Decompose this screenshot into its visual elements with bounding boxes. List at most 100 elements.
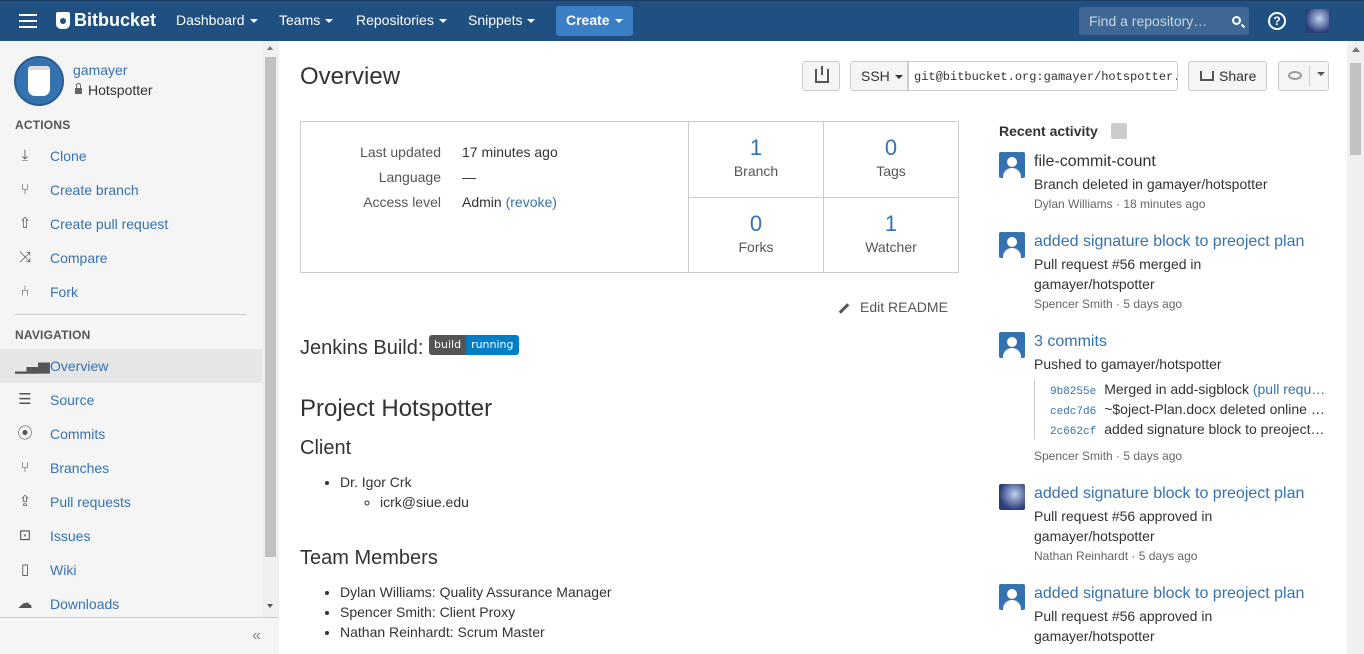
sidebar-item-compare[interactable]: ⤨ Compare bbox=[0, 241, 262, 275]
download-icon bbox=[815, 66, 829, 83]
bitbucket-logo[interactable]: Bitbucket bbox=[56, 10, 156, 31]
scroll-thumb[interactable] bbox=[1350, 63, 1361, 155]
scroll-up-icon[interactable] bbox=[267, 46, 273, 50]
readme-project-title: Project Hotspotter bbox=[300, 395, 493, 422]
avatar[interactable] bbox=[999, 152, 1025, 178]
wiki-icon: ▯ bbox=[20, 561, 30, 578]
compare-icon: ⤨ bbox=[18, 249, 31, 266]
commit-hash-link[interactable]: 2c662cf bbox=[1050, 426, 1096, 438]
owner-link[interactable]: gamayer bbox=[73, 62, 127, 78]
nav-teams[interactable]: Teams bbox=[279, 12, 334, 28]
readme-client-heading: Client bbox=[300, 437, 352, 459]
issues-icon: ⊡ bbox=[18, 527, 32, 544]
fork-icon: ⑃ bbox=[20, 283, 30, 300]
download-icon: ⤓ bbox=[21, 147, 29, 164]
client-list: Dr. Igor Crk bbox=[340, 474, 412, 494]
sidebar-divider bbox=[15, 314, 247, 315]
sidebar-item-branches[interactable]: ⑂ Branches bbox=[0, 451, 262, 485]
menu-icon[interactable] bbox=[19, 14, 37, 28]
protocol-select[interactable]: SSH bbox=[850, 61, 908, 91]
download-button[interactable] bbox=[802, 61, 840, 91]
sidebar-item-issues[interactable]: ⊡ Issues bbox=[0, 519, 262, 553]
edit-readme-link[interactable]: Edit README bbox=[838, 299, 948, 315]
collapse-sidebar-icon[interactable]: « bbox=[252, 627, 261, 645]
create-pull-request-icon: ⇧ bbox=[18, 215, 32, 232]
bitbucket-icon bbox=[56, 12, 70, 29]
commit-hash-link[interactable]: 9b8255e bbox=[1050, 386, 1096, 398]
list-item: Spencer Smith: Client Proxy bbox=[340, 604, 612, 624]
build-status-badge[interactable]: build running bbox=[429, 335, 519, 355]
caret-down-icon bbox=[325, 19, 334, 24]
pull-request-link[interactable]: (pull requ… bbox=[1253, 381, 1325, 397]
avatar[interactable] bbox=[999, 332, 1025, 358]
repository-search-input[interactable]: Find a repository… bbox=[1079, 7, 1249, 35]
overview-icon: ▁▃▅ bbox=[15, 357, 50, 374]
nav-dashboard[interactable]: Dashboard bbox=[176, 12, 258, 28]
sidebar-item-overview[interactable]: ▁▃▅ Overview bbox=[0, 349, 262, 383]
activity-item-link[interactable]: added signature block to preoject plan bbox=[1034, 585, 1304, 603]
downloads-icon: ☁ bbox=[17, 595, 33, 612]
sidebar-item-clone[interactable]: ⤓ Clone bbox=[0, 139, 262, 173]
create-button[interactable]: Create bbox=[556, 6, 633, 36]
activity-item-link[interactable]: added signature block to preoject plan bbox=[1034, 485, 1304, 503]
create-branch-icon: ⑂ bbox=[20, 181, 30, 198]
page-scrollbar[interactable] bbox=[1347, 41, 1364, 654]
activity-item-link[interactable]: added signature block to preoject plan bbox=[1034, 233, 1304, 251]
navigation-title: NAVIGATION bbox=[15, 328, 91, 342]
lock-icon bbox=[75, 83, 82, 94]
repo-avatar[interactable] bbox=[14, 56, 64, 106]
avatar[interactable] bbox=[999, 232, 1025, 258]
scroll-thumb[interactable] bbox=[265, 57, 276, 557]
help-icon[interactable]: ? bbox=[1268, 12, 1286, 30]
activity-item-meta: Spencer Smith · 5 days ago bbox=[1034, 297, 1183, 311]
avatar[interactable] bbox=[999, 584, 1025, 610]
caret-down-icon bbox=[438, 19, 447, 24]
list-item: Dr. Igor Crk bbox=[340, 474, 412, 494]
caret-down-icon bbox=[614, 19, 623, 24]
stat-tags[interactable]: 0 Tags bbox=[823, 122, 958, 197]
caret-down-icon bbox=[894, 75, 903, 80]
avatar[interactable] bbox=[999, 484, 1025, 510]
pencil-icon bbox=[838, 302, 850, 314]
team-list: Dylan Williams: Quality Assurance Manage… bbox=[340, 584, 612, 644]
jenkins-build-label: Jenkins Build: bbox=[300, 337, 424, 359]
stat-watcher[interactable]: 1 Watcher bbox=[823, 197, 958, 272]
activity-item-text: Pull request #56 approved in gamayer/hot… bbox=[1034, 508, 1213, 544]
sidebar-item-fork[interactable]: ⑃ Fork bbox=[0, 275, 262, 309]
sidebar-item-create-pull-request[interactable]: ⇧ Create pull request bbox=[0, 207, 262, 241]
revoke-link[interactable]: (revoke) bbox=[506, 194, 557, 210]
commits-icon: ⦿ bbox=[17, 425, 33, 442]
client-sublist: icrk@siue.edu bbox=[380, 494, 469, 510]
sidebar-item-pull-requests[interactable]: ⇪ Pull requests bbox=[0, 485, 262, 519]
stat-forks[interactable]: 0 Forks bbox=[688, 197, 823, 272]
commit-row: 9b8255e Merged in add-sigblock (pull requ… bbox=[1050, 381, 1326, 398]
sidebar: gamayer Hotspotter ACTIONS ⤓ Clone ⑂ Creat… bbox=[0, 41, 279, 654]
top-navigation-bar: Bitbucket Dashboard Teams Repositories S… bbox=[0, 0, 1364, 41]
caret-down-icon bbox=[527, 19, 536, 24]
activity-item-meta: Spencer Smith · 5 days ago bbox=[1034, 449, 1183, 463]
activity-item-text: Pull request #56 approved in gamayer/hot… bbox=[1034, 608, 1213, 644]
repo-name: Hotspotter bbox=[75, 82, 153, 98]
rss-icon[interactable] bbox=[1111, 123, 1127, 139]
activity-item-link[interactable]: 3 commits bbox=[1034, 333, 1107, 351]
scroll-down-icon[interactable] bbox=[267, 604, 273, 608]
clone-url-input[interactable]: git@bitbucket.org:gamayer/hotspotter.git bbox=[908, 61, 1178, 91]
nav-repositories[interactable]: Repositories bbox=[356, 12, 447, 28]
activity-item-text: Pull request #56 merged in gamayer/hotsp… bbox=[1034, 256, 1202, 292]
sidebar-scrollbar[interactable] bbox=[262, 41, 279, 617]
sidebar-item-create-branch[interactable]: ⑂ Create branch bbox=[0, 173, 262, 207]
scroll-up-icon[interactable] bbox=[1352, 47, 1360, 52]
user-avatar[interactable] bbox=[1305, 9, 1329, 33]
watch-button[interactable] bbox=[1278, 61, 1329, 91]
caret-down-icon[interactable] bbox=[1317, 72, 1325, 76]
nav-snippets[interactable]: Snippets bbox=[468, 12, 536, 28]
commit-hash-link[interactable]: cedc7d6 bbox=[1050, 406, 1096, 418]
sidebar-item-commits[interactable]: ⦿ Commits bbox=[0, 417, 262, 451]
commit-list: 9b8255e Merged in add-sigblock (pull requ… bbox=[1034, 379, 1330, 439]
stat-branch[interactable]: 1 Branch bbox=[688, 122, 823, 197]
sidebar-item-source[interactable]: ☰ Source bbox=[0, 383, 262, 417]
pull-requests-icon: ⇪ bbox=[18, 493, 32, 510]
sidebar-item-downloads[interactable]: ☁ Downloads bbox=[0, 587, 262, 621]
sidebar-item-wiki[interactable]: ▯ Wiki bbox=[0, 553, 262, 587]
share-button[interactable]: Share bbox=[1188, 61, 1267, 91]
